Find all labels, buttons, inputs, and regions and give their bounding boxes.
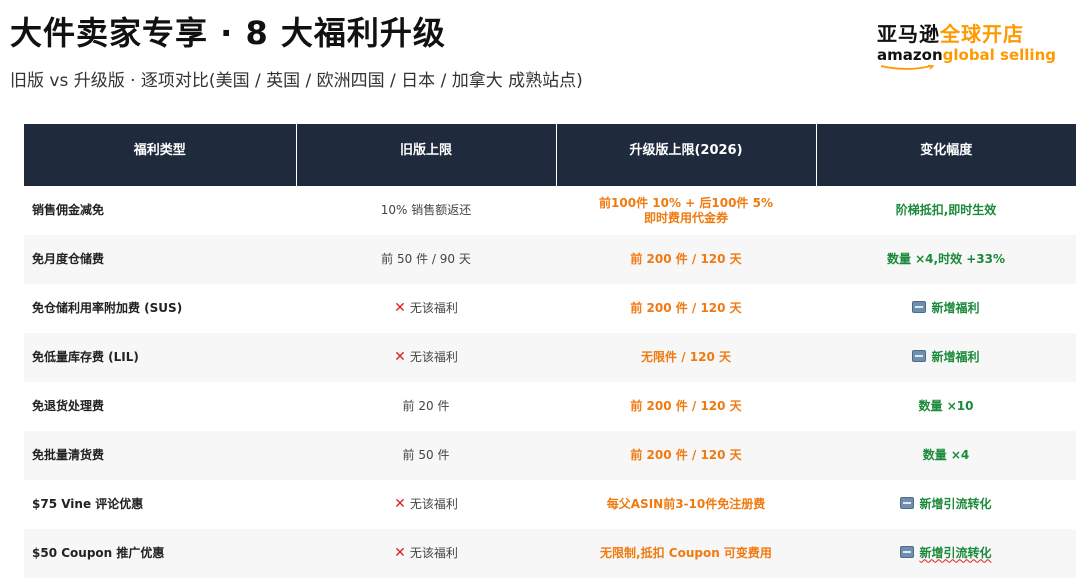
new-limit-line1: 无限件 / 120 天 bbox=[641, 350, 731, 365]
header-benefit-type: 福利类型 bbox=[24, 124, 297, 186]
table-header-row: 福利类型 旧版上限 升级版上限(2026) 变化幅度 bbox=[24, 124, 1076, 186]
new-badge-icon bbox=[900, 497, 915, 510]
cross-mark-icon: ✕ bbox=[394, 496, 406, 513]
cell-old-limit: 10% 销售额返还 bbox=[296, 186, 556, 235]
page-title: 大件卖家专享 · 8 大福利升级 bbox=[10, 14, 446, 52]
logo-en-global: global selling bbox=[942, 46, 1056, 64]
change-text: 新增福利 bbox=[931, 301, 980, 316]
header-new-limit: 升级版上限(2026) bbox=[556, 124, 817, 186]
old-limit-text: 无该福利 bbox=[409, 546, 458, 561]
cell-benefit-type: 免退货处理费 bbox=[24, 382, 296, 431]
cell-benefit-type: 免批量清货费 bbox=[24, 431, 296, 480]
cell-change: 数量 ×10 bbox=[816, 382, 1076, 431]
table-row: $50 Coupon 推广优惠 ✕ 无该福利 无限制,抵扣 Coupon 可变费用 新增… bbox=[24, 529, 1076, 578]
cell-new-limit: 无限件 / 120 天 bbox=[556, 333, 816, 382]
cell-new-limit: 无限制,抵扣 Coupon 可变费用 bbox=[556, 529, 816, 578]
table-row: 免退货处理费 前 20 件 前 200 件 / 120 天 数量 ×10 bbox=[24, 382, 1076, 431]
cell-benefit-type: $75 Vine 评论优惠 bbox=[24, 480, 296, 529]
logo-english: amazonglobal selling bbox=[877, 46, 1056, 70]
cell-new-limit: 前100件 10% + 后100件 5% 即时费用代金券 bbox=[556, 186, 816, 235]
benefits-comparison-table: 福利类型 旧版上限 升级版上限(2026) 变化幅度 销售佣金减免 10% 销售额… bbox=[24, 124, 1076, 578]
cell-new-limit: 前 200 件 / 120 天 bbox=[556, 431, 816, 480]
new-badge-icon bbox=[912, 301, 927, 314]
cell-old-limit: 前 20 件 bbox=[296, 382, 556, 431]
old-limit-text: 无该福利 bbox=[409, 301, 458, 316]
new-limit-line1: 每父ASIN前3-10件免注册费 bbox=[606, 497, 766, 512]
table-row: $75 Vine 评论优惠 ✕ 无该福利 每父ASIN前3-10件免注册费 新增引流转化 bbox=[24, 480, 1076, 529]
change-text: 阶梯抵扣,即时生效 bbox=[895, 203, 997, 218]
change-text: 数量 ×10 bbox=[918, 399, 974, 414]
old-limit-text: 无该福利 bbox=[409, 350, 458, 365]
cell-old-limit: ✕ 无该福利 bbox=[296, 480, 556, 529]
new-limit-line1: 前 200 件 / 120 天 bbox=[630, 252, 742, 267]
cell-change: 数量 ×4 bbox=[816, 431, 1076, 480]
logo-cn-dark: 亚马逊 bbox=[877, 22, 941, 46]
new-limit-line2: 即时费用代金券 bbox=[643, 210, 728, 225]
cell-benefit-type: 免月度仓储费 bbox=[24, 235, 296, 284]
cell-new-limit: 前 200 件 / 120 天 bbox=[556, 235, 816, 284]
cell-change: 新增引流转化 bbox=[816, 480, 1076, 529]
cell-old-limit: ✕ 无该福利 bbox=[296, 529, 556, 578]
cell-change: 新增福利 bbox=[816, 284, 1076, 333]
logo-cn-orange: 全球开店 bbox=[940, 22, 1025, 46]
page-subtitle: 旧版 vs 升级版 · 逐项对比(美国 / 英国 / 欧洲四国 / 日本 / 加… bbox=[10, 71, 583, 91]
cell-old-limit: ✕ 无该福利 bbox=[296, 333, 556, 382]
new-badge-icon bbox=[900, 546, 915, 559]
new-limit-line1: 前 200 件 / 120 天 bbox=[630, 448, 742, 463]
old-limit-text: 前 50 件 bbox=[402, 448, 450, 463]
cell-old-limit: ✕ 无该福利 bbox=[296, 284, 556, 333]
cell-new-limit: 前 200 件 / 120 天 bbox=[556, 382, 816, 431]
cell-change: 新增福利 bbox=[816, 333, 1076, 382]
amazon-smile-icon bbox=[880, 65, 935, 70]
old-limit-text: 无该福利 bbox=[409, 497, 458, 512]
cell-change: 阶梯抵扣,即时生效 bbox=[816, 186, 1076, 235]
cell-old-limit: 前 50 件 / 90 天 bbox=[296, 235, 556, 284]
table-row: 免仓储利用率附加费 (SUS) ✕ 无该福利前 200 件 / 120 天新增福利 bbox=[24, 284, 1076, 333]
change-text: 新增引流转化 bbox=[919, 497, 992, 512]
cell-change: 数量 ×4,时效 +33% bbox=[816, 235, 1076, 284]
table-row: 免批量清货费 前 50 件 前 200 件 / 120 天 数量 ×4 bbox=[24, 431, 1076, 480]
cell-benefit-type: 销售佣金减免 bbox=[24, 186, 296, 235]
table-row: 销售佣金减免 10% 销售额返还 前100件 10% + 后100件 5% 即时费用代… bbox=[24, 186, 1076, 235]
change-text: 数量 ×4,时效 +33% bbox=[886, 252, 1006, 267]
cell-old-limit: 前 50 件 bbox=[296, 431, 556, 480]
logo-en-amazon: amazon bbox=[877, 46, 943, 64]
cell-change: 新增引流转化 bbox=[816, 529, 1076, 578]
cross-mark-icon: ✕ bbox=[394, 300, 406, 317]
change-text: 新增福利 bbox=[931, 350, 980, 365]
cell-new-limit: 前 200 件 / 120 天 bbox=[556, 284, 816, 333]
table-row: 免低量库存费 (LIL) ✕ 无该福利 无限件 / 120 天新增福利 bbox=[24, 333, 1076, 382]
old-limit-text: 10% 销售额返还 bbox=[380, 203, 472, 218]
table-row: 免月度仓储费 前 50 件 / 90 天 前 200 件 / 120 天 数量 ×4,… bbox=[24, 235, 1076, 284]
header-old-limit: 旧版上限 bbox=[296, 124, 557, 186]
old-limit-text: 前 20 件 bbox=[402, 399, 450, 414]
cross-mark-icon: ✕ bbox=[394, 545, 406, 562]
change-text: 新增引流转化 bbox=[919, 546, 992, 561]
amazon-global-selling-logo: 亚马逊全球开店 amazonglobal selling bbox=[877, 24, 1056, 70]
cell-new-limit: 每父ASIN前3-10件免注册费 bbox=[556, 480, 816, 529]
new-limit-line1: 前 200 件 / 120 天 bbox=[630, 399, 742, 414]
header-change: 变化幅度 bbox=[816, 124, 1076, 186]
logo-chinese: 亚马逊全球开店 bbox=[877, 24, 1056, 44]
new-limit-line1: 前100件 10% + 后100件 5% bbox=[599, 196, 773, 211]
cell-benefit-type: $50 Coupon 推广优惠 bbox=[24, 529, 296, 578]
change-text: 数量 ×4 bbox=[922, 448, 970, 463]
new-limit-line1: 前 200 件 / 120 天 bbox=[630, 301, 742, 316]
old-limit-text: 前 50 件 / 90 天 bbox=[381, 252, 471, 267]
cell-benefit-type: 免低量库存费 (LIL) bbox=[24, 333, 296, 382]
new-badge-icon bbox=[912, 350, 927, 363]
cell-benefit-type: 免仓储利用率附加费 (SUS) bbox=[24, 284, 296, 333]
cross-mark-icon: ✕ bbox=[394, 349, 406, 366]
new-limit-line1: 无限制,抵扣 Coupon 可变费用 bbox=[600, 546, 772, 561]
